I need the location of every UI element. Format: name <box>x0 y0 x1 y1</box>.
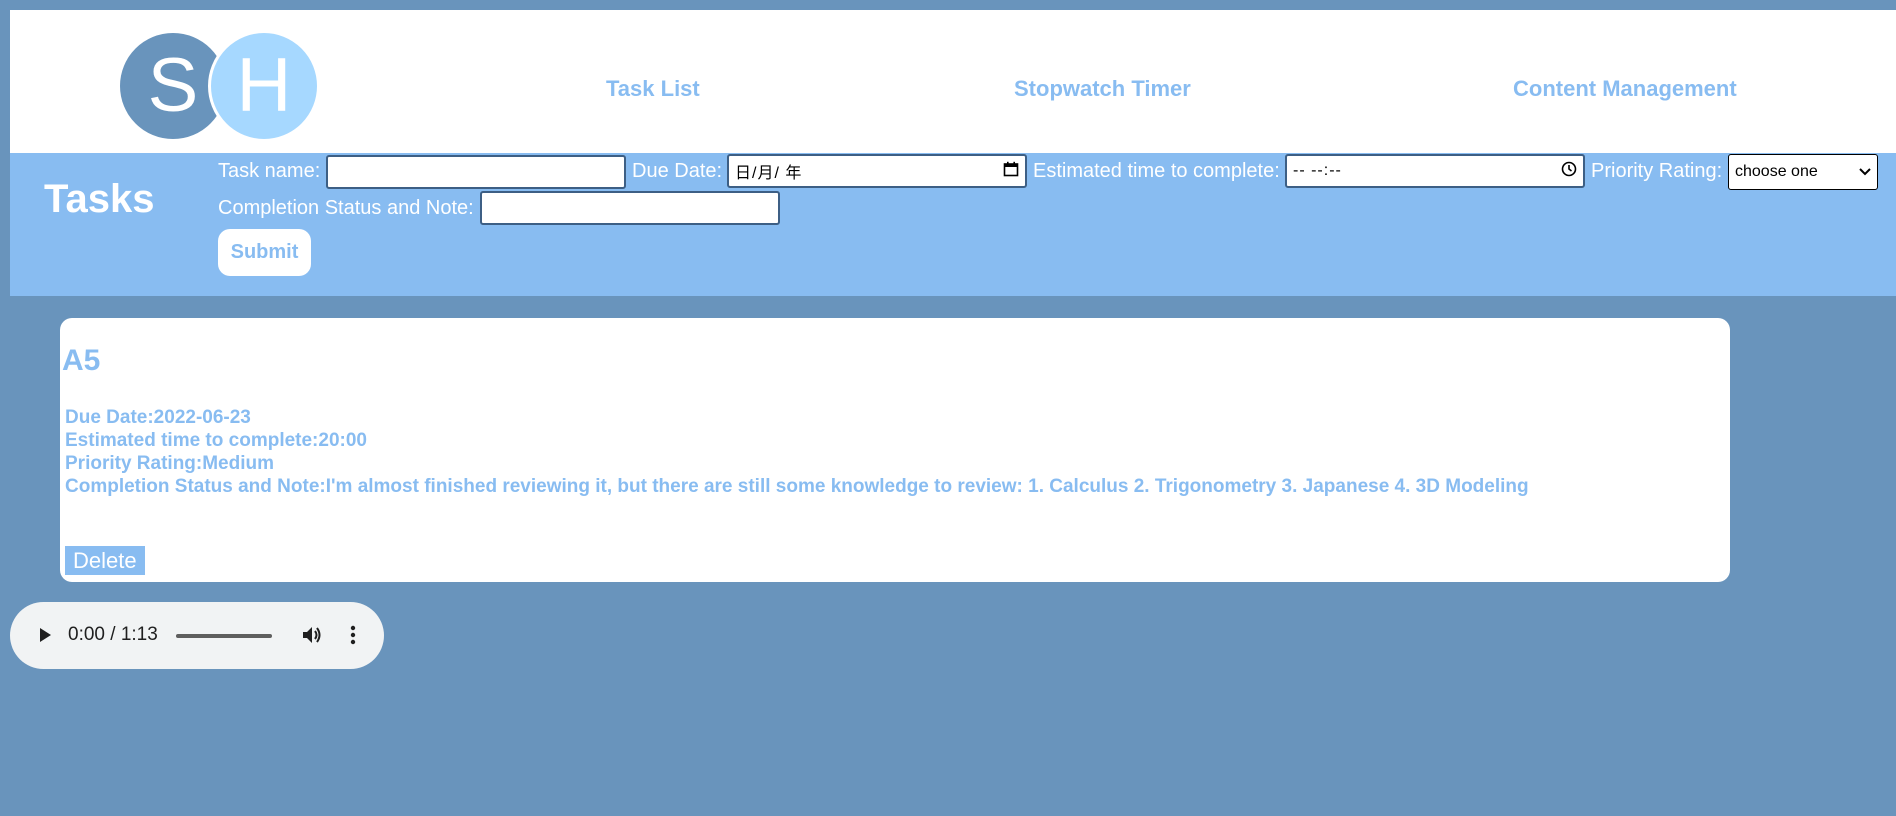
task-priority: Priority Rating:Medium <box>65 453 275 474</box>
task-card: A5 Due Date:2022-06-23 Estimated time to… <box>60 318 1730 582</box>
task-status-note: Completion Status and Note:I'm almost fi… <box>65 476 1529 497</box>
audio-player: 0:00 / 1:13 <box>10 602 384 669</box>
status-input[interactable] <box>480 191 780 225</box>
due-date-label: Due Date: <box>632 160 723 182</box>
nav-content-management[interactable]: Content Management <box>1513 76 1737 102</box>
site-header: S H Task List Stopwatch Timer Content Ma… <box>10 10 1896 153</box>
priority-select[interactable]: choose one <box>1728 154 1878 190</box>
audio-time: 0:00 / 1:13 <box>68 624 158 645</box>
est-time-placeholder: -- --:-- <box>1293 162 1342 179</box>
est-time-input[interactable]: -- --:-- <box>1285 154 1585 188</box>
calendar-icon[interactable] <box>1003 161 1019 182</box>
tasks-heading: Tasks <box>44 177 155 221</box>
due-date-input[interactable]: 日/月/ 年 <box>727 154 1027 188</box>
status-label: Completion Status and Note: <box>218 197 474 219</box>
task-name-input[interactable] <box>326 155 626 189</box>
task-due-date: Due Date:2022-06-23 <box>65 407 251 428</box>
delete-button[interactable]: Delete <box>65 546 145 575</box>
submit-button[interactable]: Submit <box>218 229 311 276</box>
chevron-down-icon <box>1859 163 1871 181</box>
audio-progress-slider[interactable] <box>176 634 272 638</box>
logo-h-circle: H <box>208 30 320 142</box>
task-form: Tasks Task name: Due Date: 日/月/ 年 Estima… <box>10 153 1896 296</box>
task-name-label: Task name: <box>218 160 321 182</box>
est-time-label: Estimated time to complete: <box>1033 160 1280 182</box>
more-options-icon[interactable] <box>350 624 356 651</box>
clock-icon[interactable] <box>1561 161 1577 182</box>
task-est-time: Estimated time to complete:20:00 <box>65 430 367 451</box>
due-date-placeholder: 日/月/ 年 <box>735 165 803 182</box>
task-title: A5 <box>62 344 101 377</box>
play-icon[interactable] <box>36 626 54 649</box>
nav-stopwatch-timer[interactable]: Stopwatch Timer <box>1014 76 1191 102</box>
nav-task-list[interactable]: Task List <box>606 76 700 102</box>
volume-icon[interactable] <box>300 624 322 651</box>
priority-selected-value: choose one <box>1735 163 1818 180</box>
task-details: Due Date:2022-06-23 Estimated time to co… <box>65 406 1545 498</box>
priority-label: Priority Rating: <box>1591 160 1723 182</box>
